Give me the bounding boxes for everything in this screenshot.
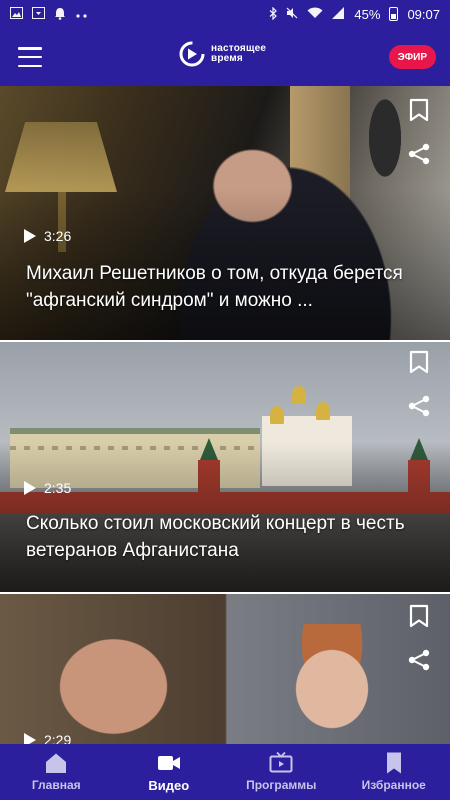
status-right-icons: 45% 09:07 (269, 6, 440, 22)
app-logo[interactable]: настоящее время (178, 40, 266, 68)
duration-text: 2:35 (44, 480, 72, 496)
video-title[interactable]: Михаил Решетников о том, откуда берется … (26, 260, 426, 314)
thumbnail-dome (292, 386, 306, 404)
bluetooth-icon (269, 6, 278, 22)
hamburger-menu-icon[interactable] (18, 47, 42, 67)
share-icon[interactable] (407, 394, 431, 418)
thumbnail-person (20, 604, 190, 744)
thumbnail-lamp (5, 122, 117, 192)
image-icon (10, 7, 23, 21)
duration-text: 2:29 (44, 732, 72, 744)
thumbnail-person (272, 624, 392, 744)
bookmark-icon (382, 752, 406, 774)
live-broadcast-button[interactable]: ЭФИР (388, 45, 436, 69)
video-card[interactable]: 2:29 (0, 594, 450, 744)
video-feed[interactable]: 3:26 Михаил Решетников о том, откуда бер… (0, 86, 450, 744)
app-bar: настоящее время ЭФИР (0, 28, 450, 86)
duration-text: 3:26 (44, 228, 72, 244)
bookmark-icon[interactable] (408, 98, 430, 122)
notification-icon (54, 7, 66, 22)
nav-item-programs[interactable]: Программы (225, 744, 338, 800)
video-card[interactable]: 3:26 Михаил Решетников о том, откуда бер… (0, 86, 450, 340)
more-dots-icon (75, 8, 89, 20)
nav-item-favorites[interactable]: Избранное (338, 744, 450, 800)
video-card[interactable]: 2:35 Сколько стоил московский концерт в … (0, 342, 450, 592)
wifi-icon (307, 7, 323, 21)
video-duration: 2:35 (24, 480, 71, 496)
play-icon (24, 229, 36, 243)
video-duration: 2:29 (24, 732, 71, 744)
video-title[interactable]: Сколько стоил московский концерт в честь… (26, 510, 426, 564)
share-icon[interactable] (407, 648, 431, 672)
play-icon (24, 733, 36, 744)
nav-item-home[interactable]: Главная (0, 744, 113, 800)
nav-label: Программы (246, 778, 317, 792)
video-duration: 3:26 (24, 228, 71, 244)
thumbnail-dome (316, 402, 330, 420)
thumbnail-dome (270, 406, 284, 424)
share-icon[interactable] (407, 142, 431, 166)
nav-label: Избранное (361, 778, 426, 792)
download-icon (32, 7, 45, 21)
logo-text-line2: время (211, 53, 243, 64)
nav-label: Видео (148, 777, 190, 793)
battery-icon (389, 7, 399, 21)
bookmark-icon[interactable] (408, 350, 430, 374)
logo-mark-icon (179, 41, 205, 67)
bottom-navigation: Главная Видео Программы Избранное (0, 744, 450, 800)
nav-item-video[interactable]: Видео (113, 744, 226, 800)
tv-icon (269, 752, 293, 774)
mute-icon (286, 7, 298, 21)
video-camera-icon (157, 752, 181, 774)
home-icon (44, 752, 68, 774)
status-bar: 45% 09:07 (0, 0, 450, 28)
play-icon (24, 481, 36, 495)
signal-icon (332, 7, 345, 21)
status-left-icons (10, 7, 89, 22)
bookmark-icon[interactable] (408, 604, 430, 628)
battery-percent: 45% (354, 6, 381, 22)
nav-label: Главная (31, 778, 81, 792)
status-time: 09:07 (407, 6, 440, 22)
logo-text: настоящее время (211, 44, 266, 64)
